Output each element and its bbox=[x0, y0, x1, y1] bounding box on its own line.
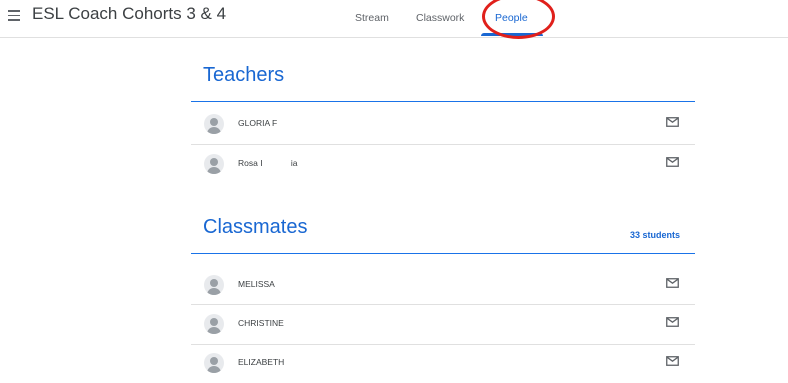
classmate-name: ELIZABETH bbox=[238, 357, 285, 367]
teacher-row: GLORIA F bbox=[191, 104, 695, 144]
avatar-icon bbox=[204, 275, 224, 295]
active-tab-indicator bbox=[481, 33, 543, 36]
classmates-heading: Classmates bbox=[203, 216, 308, 238]
classmate-name: MELISSA bbox=[238, 279, 275, 289]
tab-classwork[interactable]: Classwork bbox=[416, 12, 464, 24]
email-icon[interactable] bbox=[666, 317, 679, 327]
avatar-icon bbox=[204, 154, 224, 174]
avatar-icon bbox=[204, 353, 224, 373]
tab-stream[interactable]: Stream bbox=[355, 12, 389, 24]
classmate-row: ELIZABETH bbox=[191, 343, 695, 383]
email-icon[interactable] bbox=[666, 278, 679, 288]
teachers-heading: Teachers bbox=[203, 64, 285, 86]
menu-icon[interactable] bbox=[8, 10, 20, 22]
email-icon[interactable] bbox=[666, 117, 679, 127]
email-icon[interactable] bbox=[666, 356, 679, 366]
tab-people[interactable]: People bbox=[495, 12, 528, 24]
teacher-row: Rosa I ia bbox=[191, 144, 695, 184]
teacher-name: GLORIA F bbox=[238, 118, 278, 128]
classmate-row: CHRISTINE bbox=[191, 304, 695, 344]
teachers-rule bbox=[191, 101, 695, 102]
email-icon[interactable] bbox=[666, 157, 679, 167]
classmates-rule bbox=[191, 253, 695, 254]
avatar-icon bbox=[204, 114, 224, 134]
top-app-bar: ESL Coach Cohorts 3 & 4 Stream Classwork… bbox=[0, 0, 788, 38]
avatar-icon bbox=[204, 314, 224, 334]
teacher-name: Rosa I ia bbox=[238, 158, 298, 168]
course-title[interactable]: ESL Coach Cohorts 3 & 4 bbox=[32, 4, 226, 24]
student-count: 33 students bbox=[629, 230, 680, 240]
classmate-name: CHRISTINE bbox=[238, 318, 284, 328]
classmate-row: MELISSA bbox=[191, 265, 695, 305]
